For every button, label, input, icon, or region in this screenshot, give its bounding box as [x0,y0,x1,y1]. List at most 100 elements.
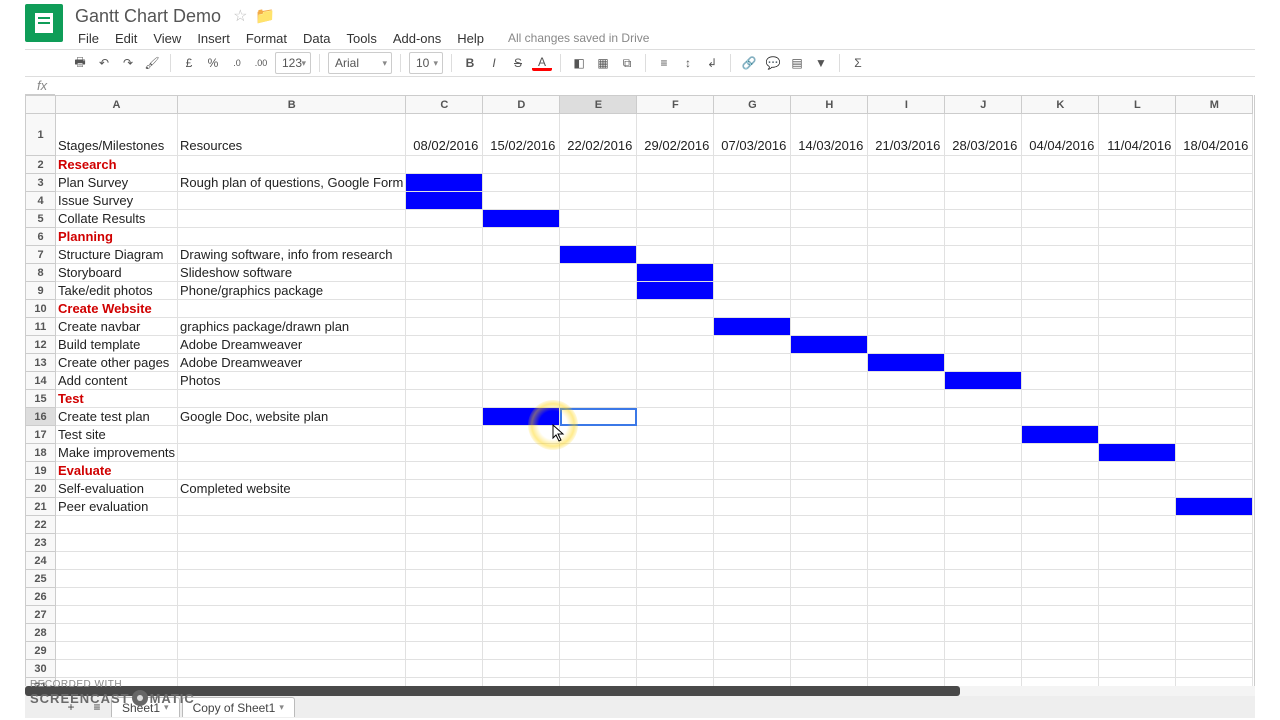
row-header-3[interactable]: 3 [26,174,56,192]
cell-G24[interactable] [714,552,791,570]
cell-B12[interactable]: Adobe Dreamweaver [178,336,406,354]
row-header-8[interactable]: 8 [26,264,56,282]
cell-G2[interactable] [714,156,791,174]
strikethrough-icon[interactable]: S [508,53,528,73]
cell-G27[interactable] [714,606,791,624]
cell-H27[interactable] [791,606,868,624]
cell-A4[interactable]: Issue Survey [56,192,178,210]
cell-L11[interactable] [1099,318,1176,336]
number-format-select[interactable]: 123 [275,52,311,74]
cell-D2[interactable] [483,156,560,174]
cell-D26[interactable] [483,588,560,606]
row-header-7[interactable]: 7 [26,246,56,264]
cell-B23[interactable] [178,534,406,552]
cell-G17[interactable] [714,426,791,444]
cell-A6[interactable]: Planning [56,228,178,246]
cell-L12[interactable] [1099,336,1176,354]
currency-button[interactable]: £ [179,53,199,73]
cell-A28[interactable] [56,624,178,642]
cell-M5[interactable] [1176,210,1253,228]
cell-G11[interactable] [714,318,791,336]
cell-J15[interactable] [945,390,1022,408]
cell-L3[interactable] [1099,174,1176,192]
cell-M15[interactable] [1176,390,1253,408]
cell-I22[interactable] [868,516,945,534]
cell-C21[interactable] [406,498,483,516]
italic-icon[interactable]: I [484,53,504,73]
cell-L15[interactable] [1099,390,1176,408]
cell-K16[interactable] [1022,408,1099,426]
cell-C27[interactable] [406,606,483,624]
col-header-B[interactable]: B [178,96,406,114]
font-select[interactable]: Arial [328,52,392,74]
cell-G10[interactable] [714,300,791,318]
cell-E7[interactable] [560,246,637,264]
cell-B6[interactable] [178,228,406,246]
cell-F20[interactable] [637,480,714,498]
cell-L18[interactable] [1099,444,1176,462]
cell-C28[interactable] [406,624,483,642]
cell-B28[interactable] [178,624,406,642]
cell-D15[interactable] [483,390,560,408]
fill-color-icon[interactable]: ◧ [569,53,589,73]
cell-F25[interactable] [637,570,714,588]
cell-F29[interactable] [637,642,714,660]
cell-J24[interactable] [945,552,1022,570]
row-header-16[interactable]: 16 [26,408,56,426]
cell-L21[interactable] [1099,498,1176,516]
cell-H28[interactable] [791,624,868,642]
cell-C7[interactable] [406,246,483,264]
cell-I4[interactable] [868,192,945,210]
cell-C24[interactable] [406,552,483,570]
cell-J9[interactable] [945,282,1022,300]
cell-J28[interactable] [945,624,1022,642]
cell-E22[interactable] [560,516,637,534]
cell-M14[interactable] [1176,372,1253,390]
cell-E13[interactable] [560,354,637,372]
menu-insert[interactable]: Insert [189,29,238,48]
cell-I18[interactable] [868,444,945,462]
col-header-H[interactable]: H [791,96,868,114]
cell-D19[interactable] [483,462,560,480]
cell-K9[interactable] [1022,282,1099,300]
menu-view[interactable]: View [145,29,189,48]
cell-M1[interactable]: 18/04/2016 [1176,114,1253,156]
cell-H15[interactable] [791,390,868,408]
cell-K23[interactable] [1022,534,1099,552]
cell-L20[interactable] [1099,480,1176,498]
cell-H9[interactable] [791,282,868,300]
cell-G6[interactable] [714,228,791,246]
cell-J3[interactable] [945,174,1022,192]
decrease-decimal-icon[interactable]: .0 [227,53,247,73]
cell-J5[interactable] [945,210,1022,228]
cell-C2[interactable] [406,156,483,174]
cell-B17[interactable] [178,426,406,444]
cell-A19[interactable]: Evaluate [56,462,178,480]
cell-B10[interactable] [178,300,406,318]
cell-F22[interactable] [637,516,714,534]
cell-B21[interactable] [178,498,406,516]
cell-K8[interactable] [1022,264,1099,282]
cell-H21[interactable] [791,498,868,516]
cell-B15[interactable] [178,390,406,408]
cell-G30[interactable] [714,660,791,678]
cell-F6[interactable] [637,228,714,246]
cell-L16[interactable] [1099,408,1176,426]
cell-H3[interactable] [791,174,868,192]
cell-K28[interactable] [1022,624,1099,642]
cell-J11[interactable] [945,318,1022,336]
cell-L26[interactable] [1099,588,1176,606]
cell-A9[interactable]: Take/edit photos [56,282,178,300]
cell-K3[interactable] [1022,174,1099,192]
cell-F16[interactable] [637,408,714,426]
cell-C3[interactable] [406,174,483,192]
cell-D5[interactable] [483,210,560,228]
cell-L29[interactable] [1099,642,1176,660]
cell-J30[interactable] [945,660,1022,678]
merge-cells-icon[interactable]: ⧉ [617,53,637,73]
cell-F9[interactable] [637,282,714,300]
cell-E28[interactable] [560,624,637,642]
cell-H4[interactable] [791,192,868,210]
cell-J7[interactable] [945,246,1022,264]
row-header-15[interactable]: 15 [26,390,56,408]
